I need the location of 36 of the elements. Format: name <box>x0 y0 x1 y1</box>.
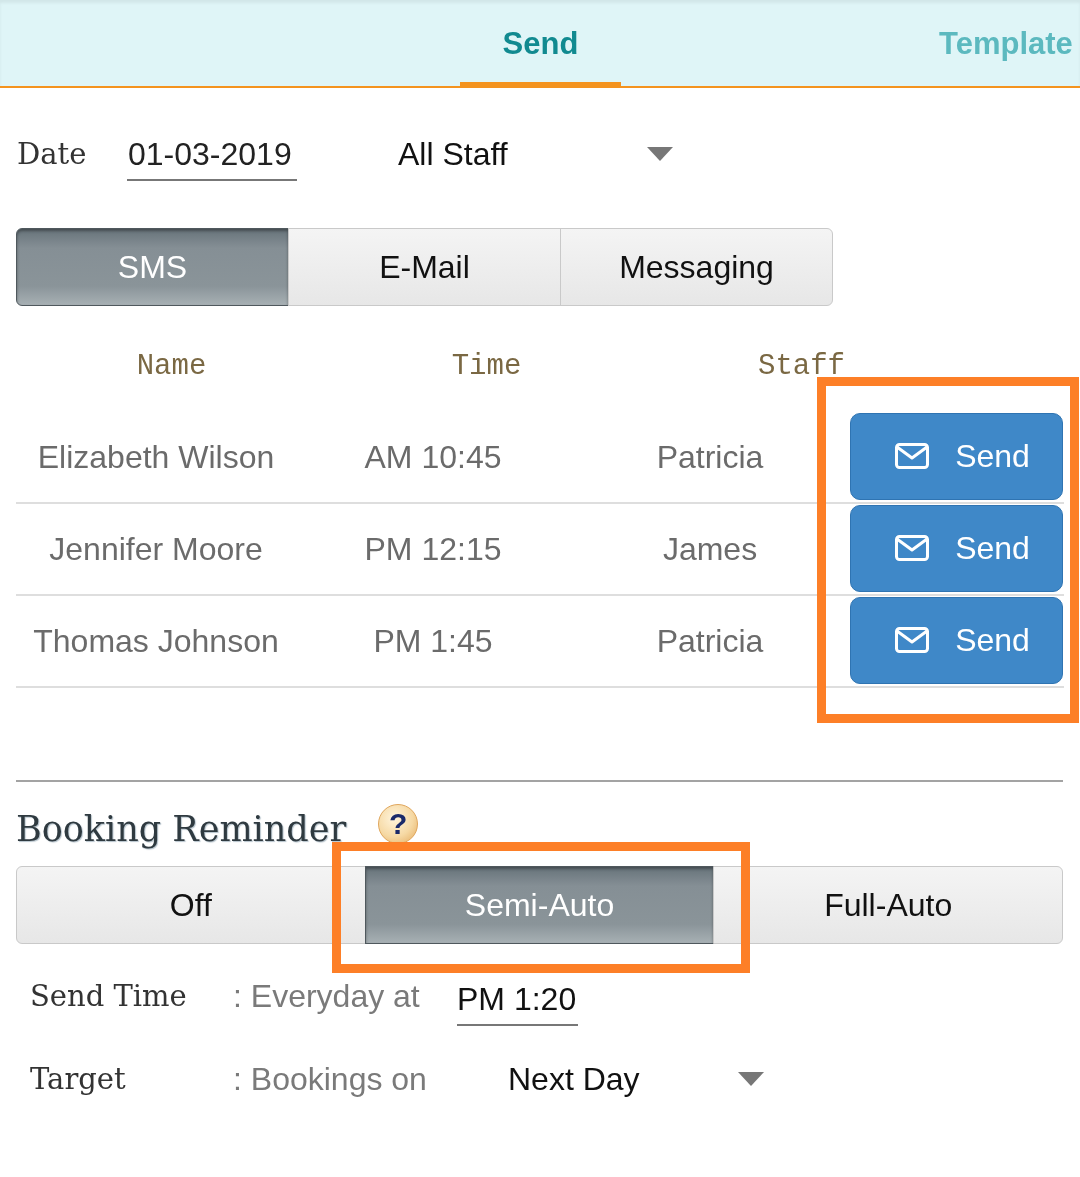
channel-segment[interactable]: E-Mail <box>288 228 561 306</box>
name-cell: Elizabeth Wilson <box>37 438 275 476</box>
mail-icon <box>895 443 930 469</box>
section-title: Booking Reminder <box>16 809 347 849</box>
column-header: Staff <box>758 349 845 385</box>
column-header: Time <box>451 349 522 385</box>
target-label: Target <box>29 1062 127 1096</box>
help-button[interactable]: ? <box>378 804 419 844</box>
send-button[interactable]: Send <box>850 412 1063 500</box>
dropdown-caret-icon <box>738 1072 764 1086</box>
tab[interactable]: Send <box>460 0 621 88</box>
staff-cell: James <box>662 530 758 568</box>
staff-cell: Patricia <box>656 438 764 476</box>
date-field[interactable]: 01-03-2019 <box>127 127 297 181</box>
send-time-prefix: : Everyday at <box>233 977 421 1015</box>
mail-icon <box>895 535 930 561</box>
staff-dropdown[interactable]: All Staff <box>398 135 673 173</box>
time-cell: PM 12:15 <box>364 530 502 568</box>
mode-segment[interactable]: Full-Auto <box>713 866 1063 944</box>
time-field[interactable]: PM 1:20 <box>457 974 579 1026</box>
send-button[interactable]: Send <box>850 504 1063 592</box>
time-cell: AM 10:45 <box>364 438 502 476</box>
mode-segment[interactable]: Off <box>16 866 366 944</box>
time-cell: PM 1:45 <box>373 622 493 660</box>
send-time-label: Send Time <box>29 979 188 1013</box>
column-header: Name <box>136 349 207 385</box>
mail-icon <box>895 627 930 653</box>
dropdown-caret-icon <box>647 147 673 161</box>
target-prefix: : Bookings on <box>233 1060 428 1098</box>
date-label: Date <box>16 137 88 171</box>
send-button[interactable]: Send <box>850 596 1063 684</box>
name-cell: Jennifer Moore <box>49 530 263 568</box>
channel-segment[interactable]: Messaging <box>560 228 833 306</box>
staff-cell: Patricia <box>656 622 764 660</box>
target-dropdown[interactable]: Next Day <box>508 1060 764 1098</box>
name-cell: Thomas Johnson <box>33 622 279 660</box>
